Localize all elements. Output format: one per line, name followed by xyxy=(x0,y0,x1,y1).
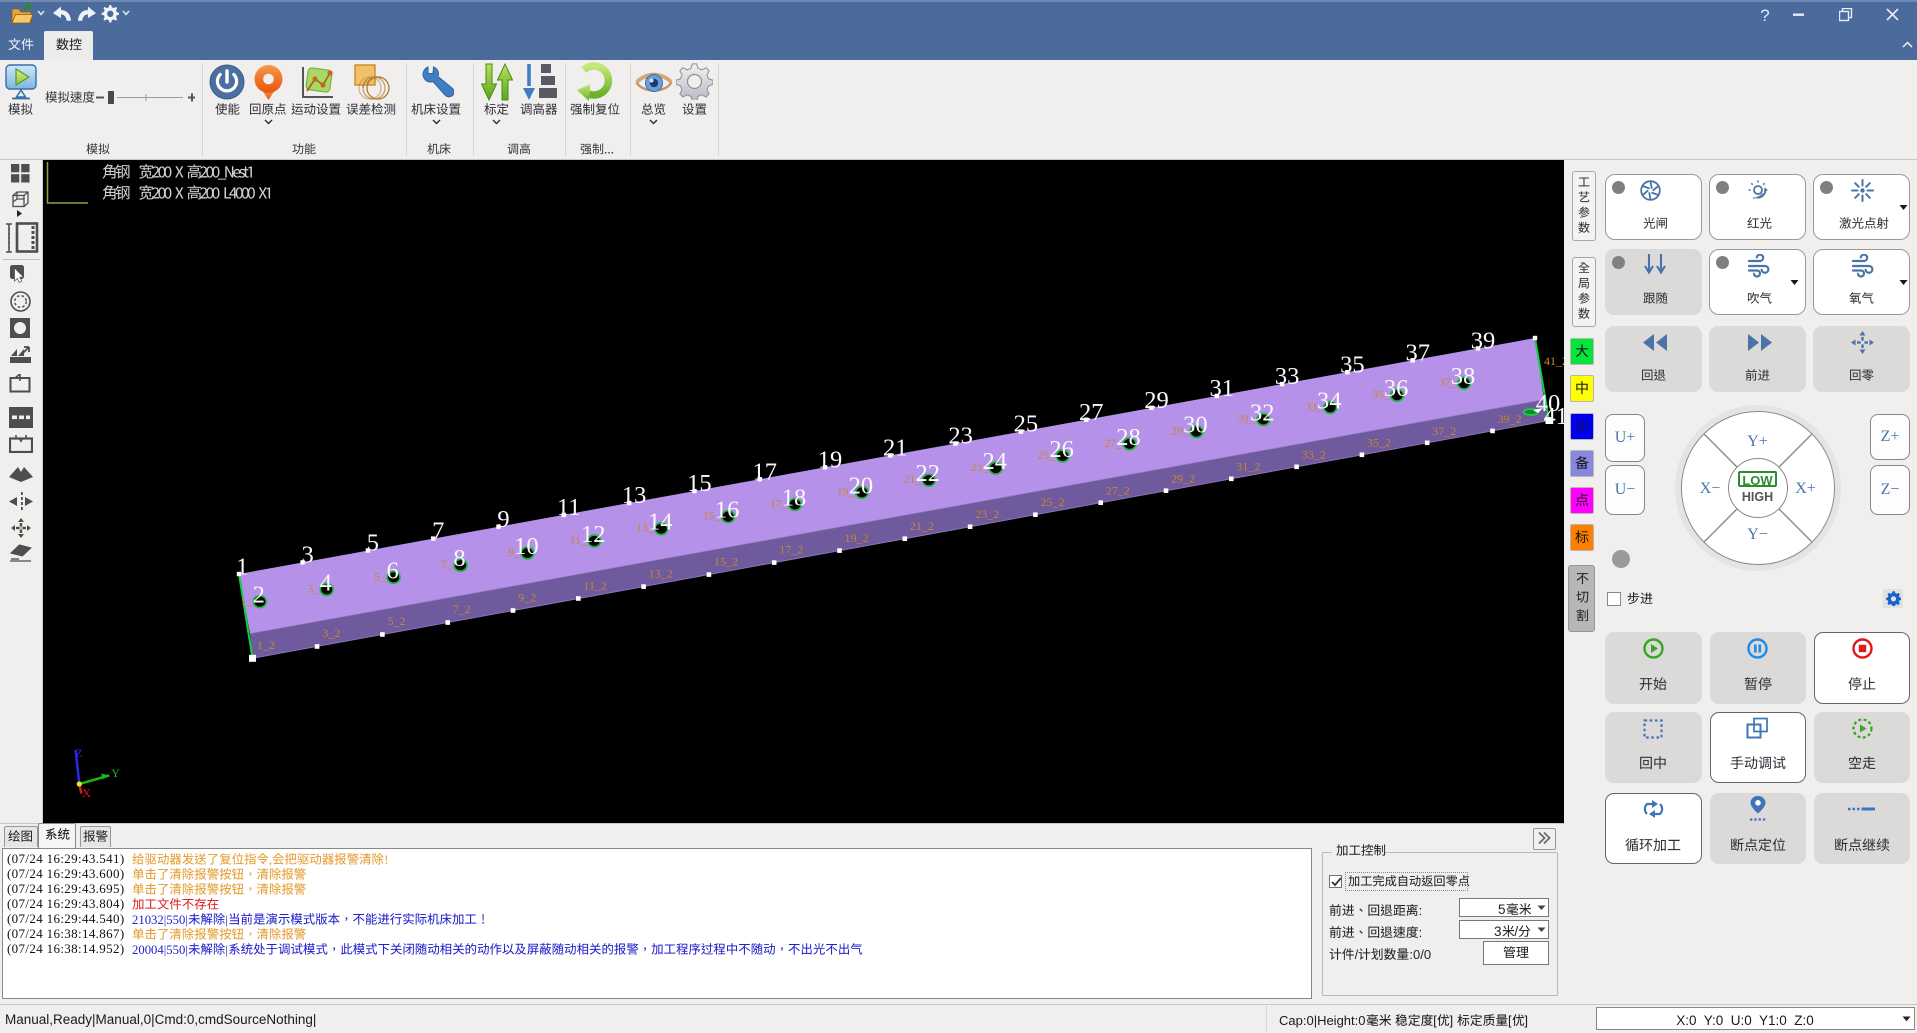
svg-text:31_2: 31_2 xyxy=(1236,460,1260,474)
svg-text:32: 32 xyxy=(1250,400,1275,427)
svg-text:39: 39 xyxy=(1471,328,1496,355)
svg-text:31: 31 xyxy=(1210,375,1235,402)
svg-text:13_2: 13_2 xyxy=(649,567,673,581)
svg-text:12: 12 xyxy=(581,521,606,548)
svg-text:37: 37 xyxy=(1405,339,1430,366)
svg-text:9_2: 9_2 xyxy=(518,590,536,604)
svg-text:18: 18 xyxy=(782,485,807,512)
svg-text:1_2: 1_2 xyxy=(257,638,275,652)
svg-text:3: 3 xyxy=(301,542,313,569)
svg-text:26: 26 xyxy=(1049,436,1074,463)
svg-text:21_2: 21_2 xyxy=(910,519,934,533)
svg-text:5: 5 xyxy=(367,530,379,557)
svg-text:10: 10 xyxy=(514,533,539,560)
svg-text:36: 36 xyxy=(1384,375,1409,402)
svg-text:25_2: 25_2 xyxy=(1041,495,1065,509)
svg-text:16: 16 xyxy=(715,497,740,524)
svg-text:24: 24 xyxy=(982,448,1007,475)
svg-text:33_2: 33_2 xyxy=(1302,448,1326,462)
svg-text:19: 19 xyxy=(818,446,843,473)
svg-text:28: 28 xyxy=(1116,424,1141,451)
svg-text:21: 21 xyxy=(883,435,908,462)
svg-text:15_2: 15_2 xyxy=(714,555,738,569)
svg-text:?: ? xyxy=(1760,7,1769,25)
svg-text:11_2: 11_2 xyxy=(583,578,607,592)
svg-text:20: 20 xyxy=(849,472,874,499)
svg-text:25: 25 xyxy=(1014,411,1039,438)
svg-text:9: 9 xyxy=(497,506,509,533)
svg-text:29: 29 xyxy=(1144,387,1169,414)
svg-text:17_2: 17_2 xyxy=(779,543,803,557)
svg-text:39_2: 39_2 xyxy=(1498,412,1522,426)
svg-text:4: 4 xyxy=(320,569,332,596)
svg-text:2: 2 xyxy=(253,582,265,609)
svg-text:23: 23 xyxy=(948,423,973,450)
svg-text:5_2: 5_2 xyxy=(388,614,406,628)
svg-text:Y: Y xyxy=(111,766,120,780)
svg-text:38: 38 xyxy=(1451,363,1476,390)
svg-text:7_2: 7_2 xyxy=(453,602,471,616)
svg-text:11: 11 xyxy=(557,494,581,521)
svg-text:17: 17 xyxy=(752,458,777,485)
svg-text:33: 33 xyxy=(1275,363,1300,390)
svg-text:35: 35 xyxy=(1340,351,1365,378)
svg-text:Z: Z xyxy=(75,746,82,760)
svg-text:27_2: 27_2 xyxy=(1106,483,1130,497)
svg-text:14: 14 xyxy=(648,509,673,536)
svg-text:13: 13 xyxy=(622,482,647,509)
svg-text:22: 22 xyxy=(916,460,941,487)
svg-text:3_2: 3_2 xyxy=(322,626,340,640)
svg-text:19_2: 19_2 xyxy=(845,531,869,545)
svg-text:8: 8 xyxy=(453,545,465,572)
svg-text:15: 15 xyxy=(687,470,712,497)
svg-text:34: 34 xyxy=(1317,387,1342,414)
svg-text:6: 6 xyxy=(386,557,398,584)
svg-text:30: 30 xyxy=(1183,412,1208,439)
svg-text:37_2: 37_2 xyxy=(1432,424,1456,438)
svg-text:41: 41 xyxy=(1544,403,1564,430)
svg-text:23_2: 23_2 xyxy=(975,507,999,521)
svg-text:7: 7 xyxy=(432,518,444,545)
svg-text:29_2: 29_2 xyxy=(1171,471,1195,485)
svg-text:27: 27 xyxy=(1079,399,1104,426)
svg-text:1: 1 xyxy=(236,553,248,580)
svg-text:X: X xyxy=(82,786,91,800)
svg-text:35_2: 35_2 xyxy=(1367,436,1391,450)
svg-text:41_2: 41_2 xyxy=(1544,354,1564,368)
